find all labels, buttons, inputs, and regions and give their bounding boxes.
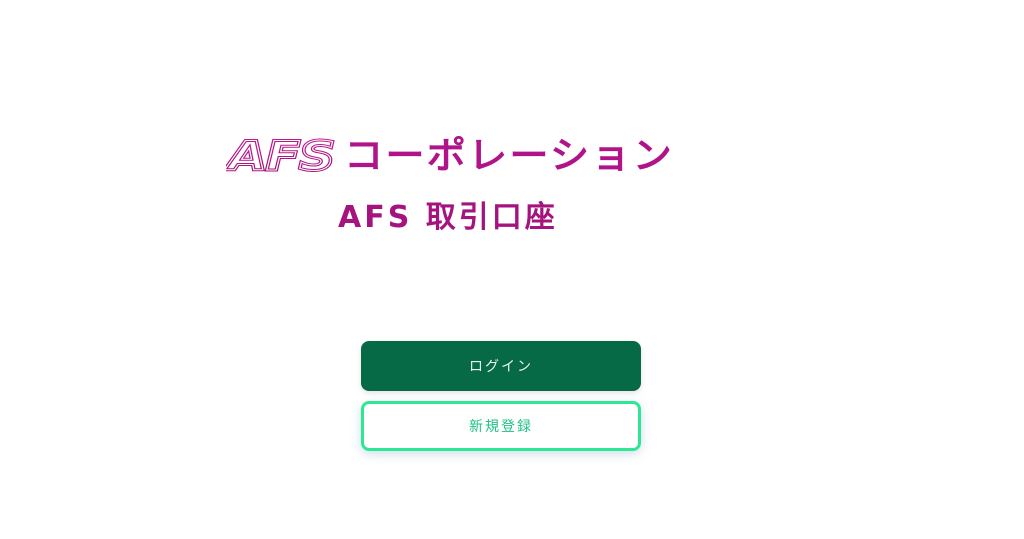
company-name: コーポレーション <box>344 134 674 177</box>
afs-logo: AFS AFS コーポレーション AFS 取引口座 <box>226 128 786 243</box>
login-page: AFS AFS コーポレーション AFS 取引口座 ログイン 新規登録 <box>0 0 1024 539</box>
afs-logo-mark: AFS AFS <box>226 134 337 178</box>
register-button[interactable]: 新規登録 <box>361 401 641 451</box>
afs-logo-mark-inner: AFS <box>226 134 334 178</box>
page-title: AFS 取引口座 <box>338 200 558 235</box>
login-button[interactable]: ログイン <box>361 341 641 391</box>
